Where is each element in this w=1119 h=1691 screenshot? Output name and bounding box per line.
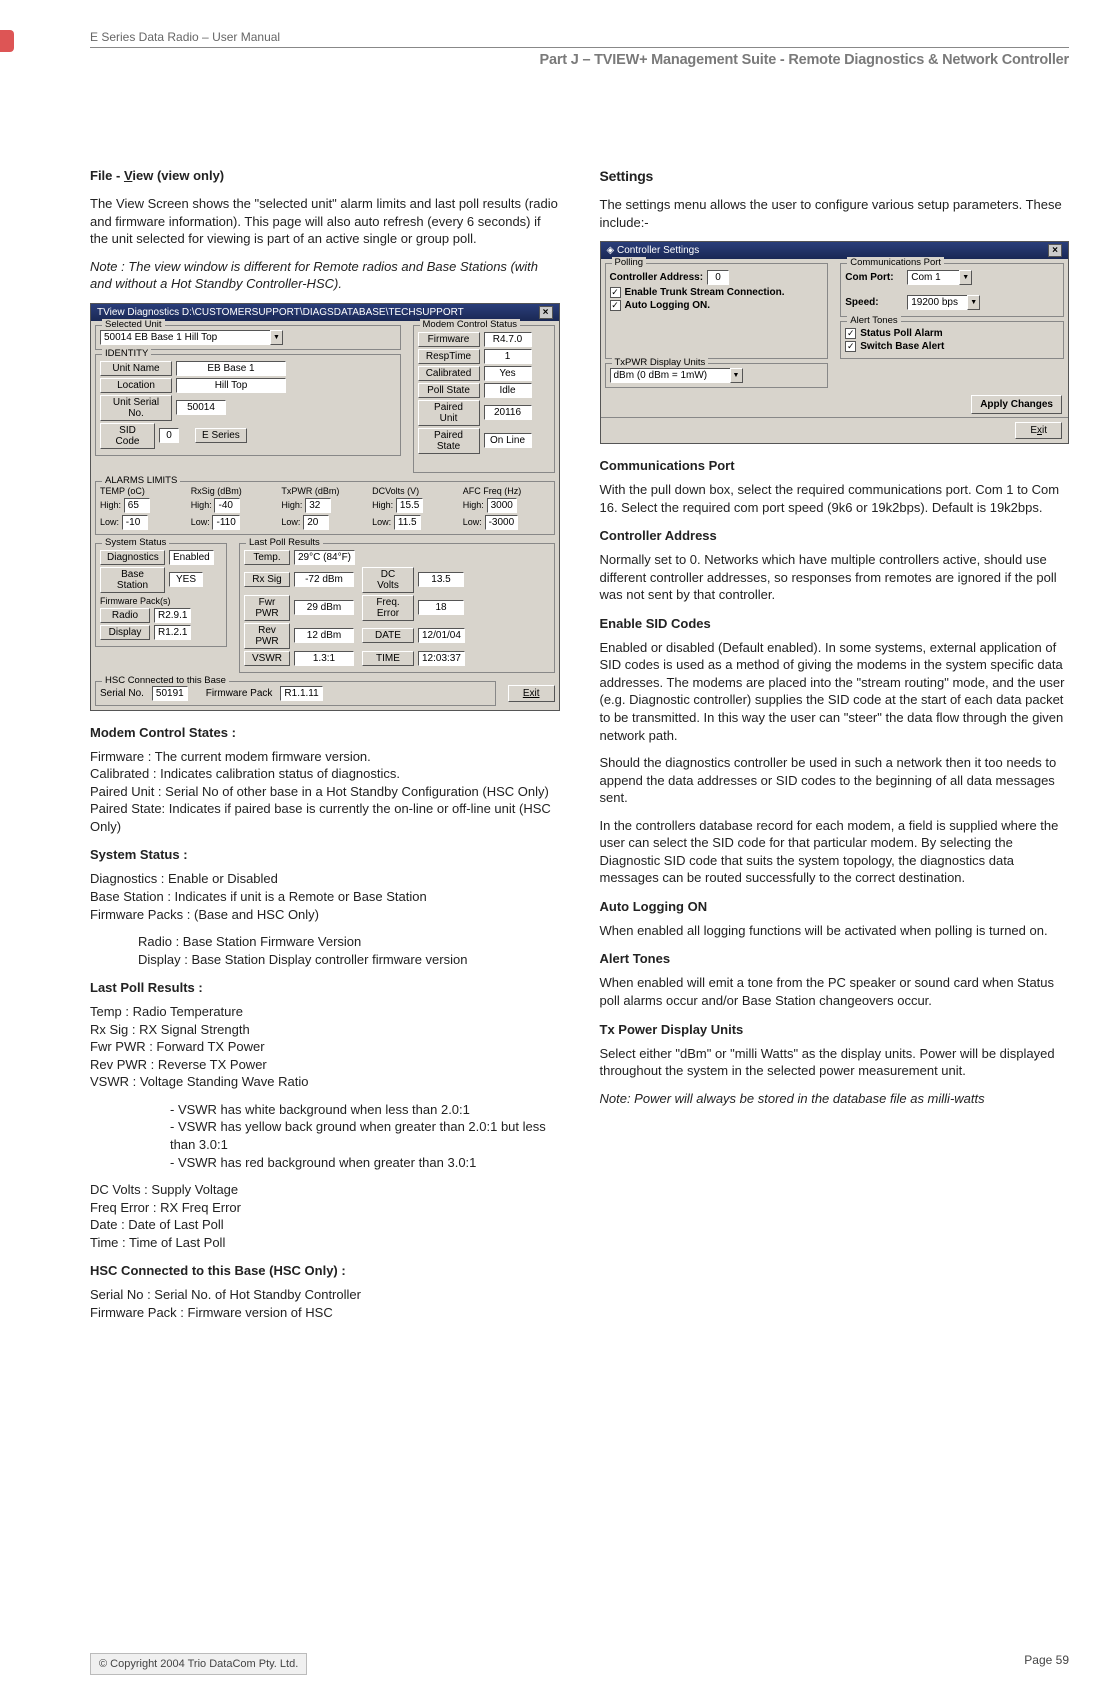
- lpr-desc-indent: - VSWR has white background when less th…: [90, 1101, 560, 1171]
- com-port-dropdown[interactable]: Com 1: [907, 270, 972, 285]
- auto-logging-heading: Auto Logging ON: [600, 899, 1070, 914]
- enable-trunk-checkbox[interactable]: ✓: [610, 287, 621, 298]
- unit-name-field: EB Base 1: [176, 361, 286, 376]
- txpwr-dropdown[interactable]: dBm (0 dBm = 1mW): [610, 368, 824, 383]
- speed-dropdown[interactable]: 19200 bps: [907, 295, 980, 310]
- enable-sid-heading: Enable SID Codes: [600, 616, 1070, 631]
- alarm-high-row: High: 65High: -40High: 32High: 15.5High:…: [100, 498, 550, 513]
- hsc-label: HSC Connected to this Base: [102, 675, 229, 686]
- controller-address-heading: Controller Address: [600, 528, 1070, 543]
- status-poll-checkbox[interactable]: ✓: [845, 328, 856, 339]
- enable-sid-desc2: Should the diagnostics controller be use…: [600, 754, 1070, 807]
- alert-tones-label: Alert Tones: [847, 315, 900, 326]
- mcs-label: Modem Control Status: [420, 319, 521, 330]
- sid-field: 0: [159, 428, 179, 443]
- exit-button[interactable]: Exit: [1015, 422, 1062, 439]
- location-field: Hill Top: [176, 378, 286, 393]
- tview-diagnostics-window: TView Diagnostics D:\CUSTOMERSUPPORT\DIA…: [90, 303, 560, 711]
- header-manual-title: E Series Data Radio – User Manual: [90, 30, 1069, 48]
- lpr-desc: Temp : Radio Temperature Rx Sig : RX Sig…: [90, 1003, 560, 1091]
- tx-power-note: Note: Power will always be stored in the…: [600, 1090, 1070, 1108]
- close-icon[interactable]: ×: [1048, 244, 1062, 257]
- controller-settings-window: ◈ Controller Settings × Polling Controll…: [600, 241, 1070, 444]
- alert-tones-heading: Alert Tones: [600, 951, 1070, 966]
- chevron-down-icon[interactable]: [270, 330, 283, 345]
- sys-status-label: System Status: [102, 537, 169, 548]
- unit-name-button[interactable]: Unit Name: [100, 361, 172, 376]
- identity-label: IDENTITY: [102, 348, 151, 359]
- controller-address-desc: Normally set to 0. Networks which have m…: [600, 551, 1070, 604]
- txpwr-label: TxPWR Display Units: [612, 357, 709, 368]
- comm-port-label: Communications Port: [847, 257, 944, 268]
- selected-unit-dropdown[interactable]: 50014 EB Base 1 Hill Top: [100, 330, 396, 345]
- mcs-desc: Firmware : The current modem firmware ve…: [90, 748, 560, 836]
- close-icon[interactable]: ×: [539, 306, 553, 319]
- apply-changes-button[interactable]: Apply Changes: [971, 395, 1062, 414]
- page-number: Page 59: [1024, 1653, 1069, 1675]
- lpr-heading: Last Poll Results :: [90, 980, 560, 995]
- tx-power-heading: Tx Power Display Units: [600, 1022, 1070, 1037]
- alarms-label: ALARMS LIMITS: [102, 475, 180, 486]
- file-view-note: Note : The view window is different for …: [90, 258, 560, 293]
- exit-button[interactable]: Exit: [508, 685, 555, 702]
- comm-port-heading: Communications Port: [600, 458, 1070, 473]
- alert-tones-desc: When enabled will emit a tone from the P…: [600, 974, 1070, 1009]
- copyright: © Copyright 2004 Trio DataCom Pty. Ltd.: [90, 1653, 307, 1675]
- hsc-desc: Serial No : Serial No. of Hot Standby Co…: [90, 1286, 560, 1321]
- enable-sid-desc1: Enabled or disabled (Default enabled). I…: [600, 639, 1070, 744]
- sys-heading: System Status :: [90, 847, 560, 862]
- win1-title: TView Diagnostics D:\CUSTOMERSUPPORT\DIA…: [97, 307, 464, 318]
- chevron-down-icon[interactable]: [959, 270, 972, 285]
- settings-desc: The settings menu allows the user to con…: [600, 196, 1070, 231]
- settings-heading: Settings: [600, 168, 1070, 184]
- mcs-rows: FirmwareR4.7.0RespTime1CalibratedYesPoll…: [418, 332, 550, 454]
- auto-logging-desc: When enabled all logging functions will …: [600, 922, 1070, 940]
- polling-label: Polling: [612, 257, 647, 268]
- enable-sid-desc3: In the controllers database record for e…: [600, 817, 1070, 887]
- sid-button[interactable]: SID Code: [100, 423, 155, 449]
- comm-port-desc: With the pull down box, select the requi…: [600, 481, 1070, 516]
- lpr-rows: Temp.29°C (84°F)Rx Sig-72 dBmDC Volts13.…: [244, 550, 550, 666]
- alarm-low-row: Low: -10Low: -110Low: 20Low: 11.5Low: -3…: [100, 515, 550, 530]
- lpr-label: Last Poll Results: [246, 537, 323, 548]
- serial-button[interactable]: Unit Serial No.: [100, 395, 172, 421]
- tx-power-desc: Select either "dBm" or "milli Watts" as …: [600, 1045, 1070, 1080]
- page-tab: [0, 30, 14, 52]
- selected-unit-label: Selected Unit: [102, 319, 165, 330]
- lpr-desc2: DC Volts : Supply Voltage Freq Error : R…: [90, 1181, 560, 1251]
- location-button[interactable]: Location: [100, 378, 172, 393]
- eseries-button[interactable]: E Series: [195, 428, 247, 443]
- sys-desc: Diagnostics : Enable or Disabled Base St…: [90, 870, 560, 923]
- hsc-heading: HSC Connected to this Base (HSC Only) :: [90, 1263, 560, 1278]
- serial-field: 50014: [176, 400, 226, 415]
- sys-desc-indent: Radio : Base Station Firmware Version Di…: [90, 933, 560, 968]
- file-view-heading: File - View (view only): [90, 168, 560, 183]
- auto-logging-checkbox[interactable]: ✓: [610, 300, 621, 311]
- mcs-heading: Modem Control States :: [90, 725, 560, 740]
- win2-title: ◈ Controller Settings: [607, 245, 700, 256]
- chevron-down-icon[interactable]: [967, 295, 980, 310]
- controller-address-input[interactable]: 0: [707, 270, 729, 285]
- header-part-title: Part J – TVIEW+ Management Suite - Remot…: [90, 52, 1069, 68]
- switch-base-checkbox[interactable]: ✓: [845, 341, 856, 352]
- file-view-desc: The View Screen shows the "selected unit…: [90, 195, 560, 248]
- chevron-down-icon[interactable]: [730, 368, 743, 383]
